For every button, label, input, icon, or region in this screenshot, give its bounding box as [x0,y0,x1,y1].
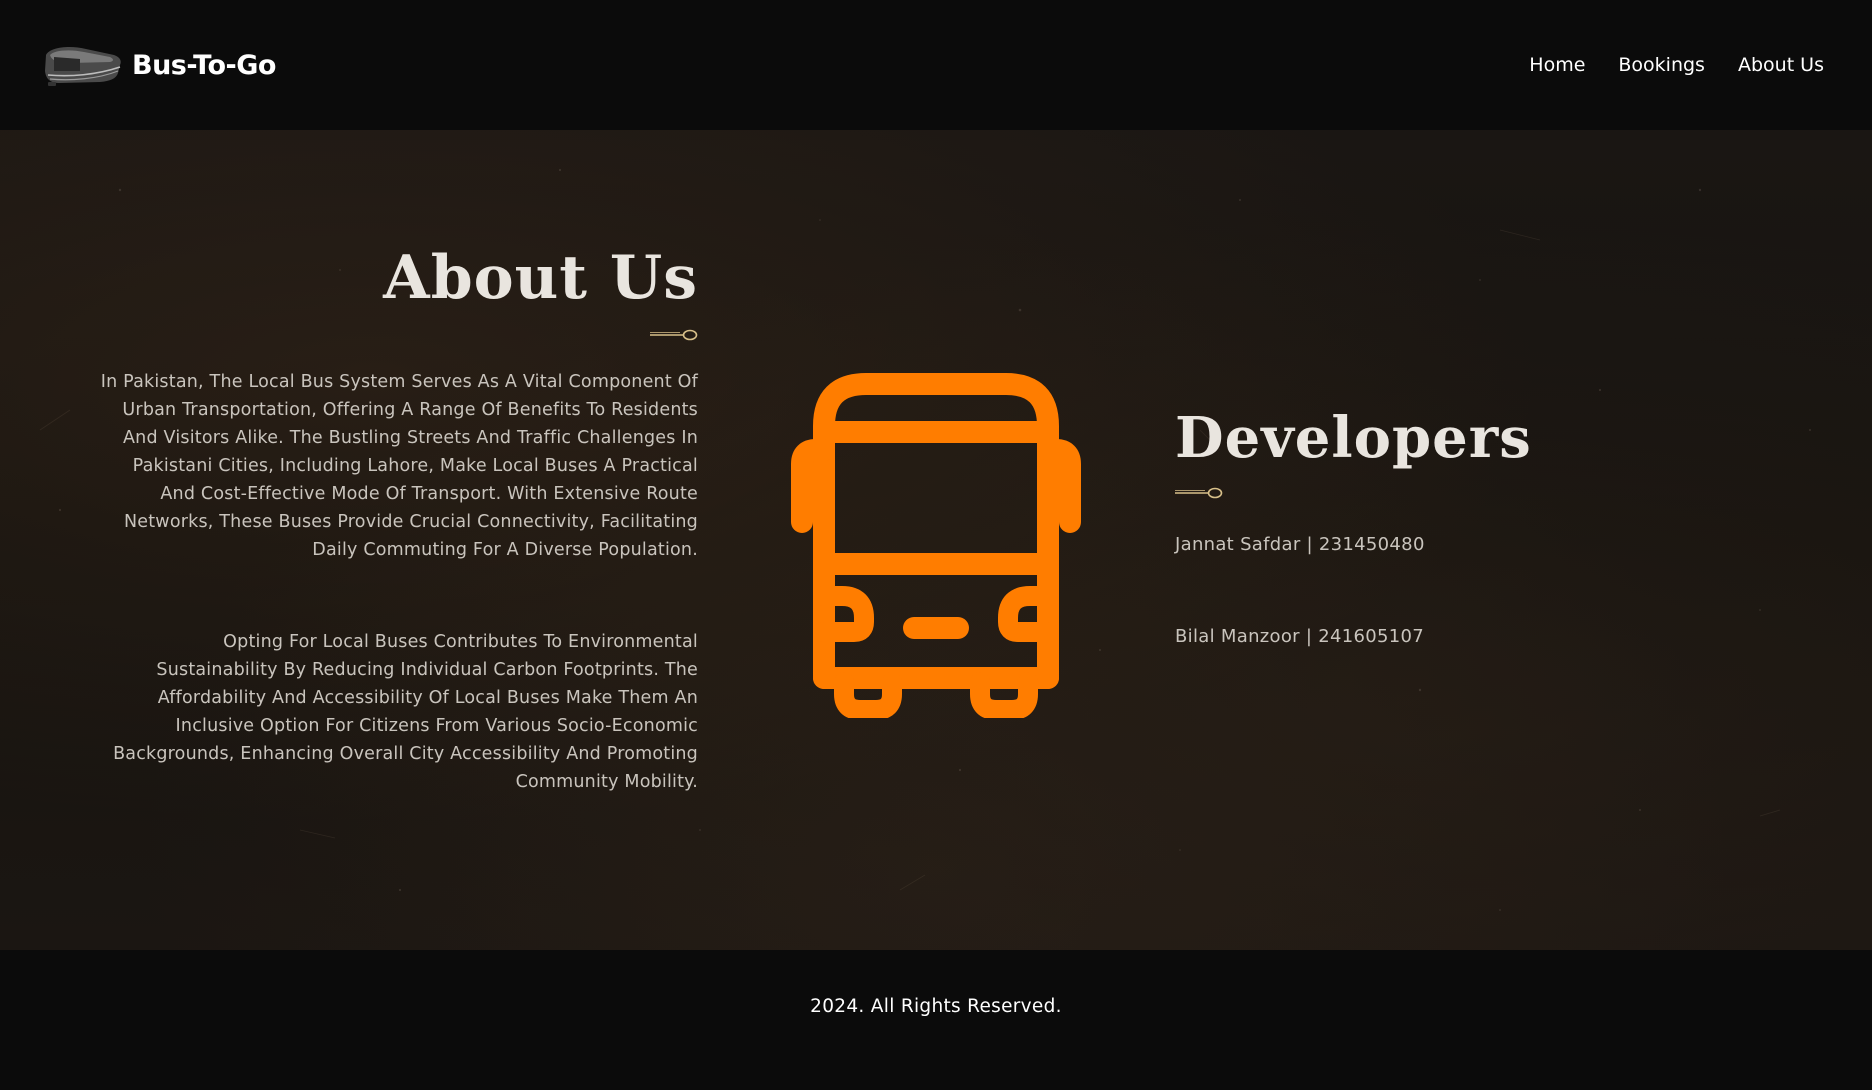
brand-name: Bus-To-Go [132,49,276,81]
developer-item: Jannat Safdar | 231450480 [1175,534,1425,555]
about-section: About Us In Pakistan, The Local Bus Syst… [0,130,1872,950]
site-header: Bus-To-Go Home Bookings About Us [0,0,1872,130]
bus-logo-icon [45,47,121,86]
bus-icon [791,373,1081,718]
developers-column: Developers Jannat Safdar | 231450480 Bil… [1175,410,1675,650]
about-us-title: About Us [383,243,698,313]
key-divider-icon [1175,487,1223,499]
developer-item: Bilal Manzoor | 241605107 [1175,626,1425,647]
key-divider-icon [650,329,698,341]
about-us-column: About Us In Pakistan, The Local Bus Syst… [98,248,698,796]
main-nav: Home Bookings About Us [1529,54,1824,76]
developers-title: Developers [1175,405,1532,471]
brand[interactable]: Bus-To-Go [40,41,276,89]
developers-list: Jannat Safdar | 231450480 Bilal Manzoor … [1175,532,1675,650]
nav-link-home[interactable]: Home [1529,54,1585,76]
about-paragraph-2: Opting For Local Buses Contributes To En… [113,632,698,792]
nav-link-about-us[interactable]: About Us [1738,54,1824,76]
site-footer: 2024. All Rights Reserved. [0,950,1872,1090]
nav-link-bookings[interactable]: Bookings [1618,54,1705,76]
about-paragraph-1: In Pakistan, The Local Bus System Serves… [100,372,698,560]
copyright-text: 2024. All Rights Reserved. [810,995,1062,1017]
